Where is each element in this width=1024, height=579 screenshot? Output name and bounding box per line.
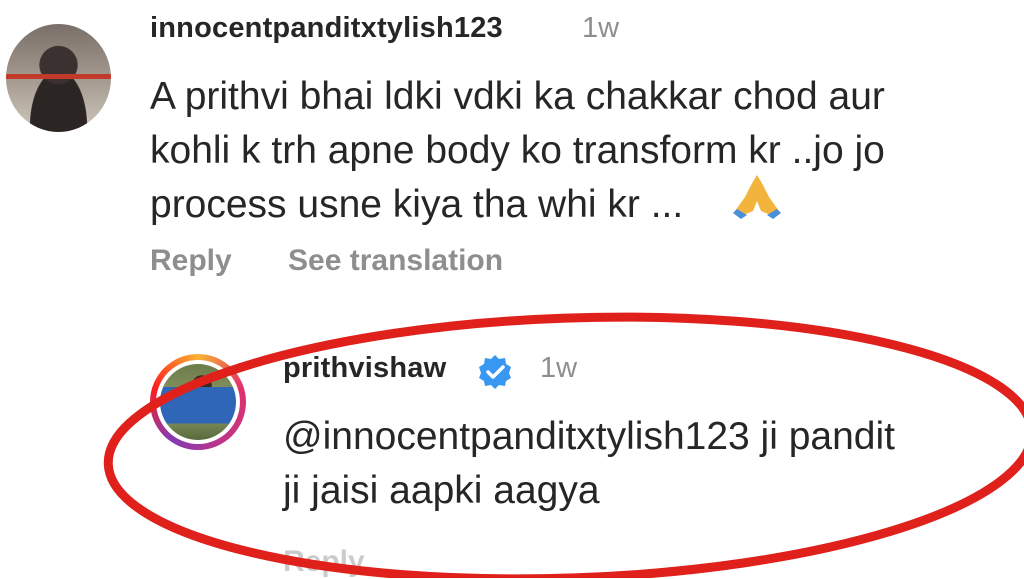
reply-button[interactable]: Reply bbox=[150, 244, 232, 278]
folded-hands-icon bbox=[733, 175, 781, 219]
comment-1-text-line-1: A prithvi bhai ldki vdki ka chakkar chod… bbox=[150, 75, 885, 118]
comment-2-text-line-1: @innocentpanditxtylish123 ji pandit bbox=[283, 415, 895, 458]
comment-2-username[interactable]: prithvishaw bbox=[283, 352, 446, 385]
verified-badge-icon bbox=[479, 355, 511, 389]
see-translation-button[interactable]: See translation bbox=[288, 244, 503, 278]
user-avatar bbox=[160, 364, 236, 440]
comment-1-time: 1w bbox=[582, 12, 620, 44]
avatar-stripe bbox=[6, 74, 111, 79]
comment-1-text-line-3: process usne kiya tha whi kr ... bbox=[150, 183, 684, 226]
story-ring-avatar[interactable] bbox=[150, 354, 246, 450]
comment-2-time: 1w bbox=[540, 352, 578, 384]
comment-1-text-line-2: kohli k trh apne body ko transform kr ..… bbox=[150, 129, 885, 172]
avatar-border bbox=[156, 360, 240, 444]
comment-1-username[interactable]: innocentpanditxtylish123 bbox=[150, 12, 503, 45]
user-avatar[interactable] bbox=[6, 24, 111, 132]
reply-button[interactable]: Reply bbox=[283, 545, 365, 579]
comment-2-text-line-2: ji jaisi aapki aagya bbox=[283, 469, 600, 512]
